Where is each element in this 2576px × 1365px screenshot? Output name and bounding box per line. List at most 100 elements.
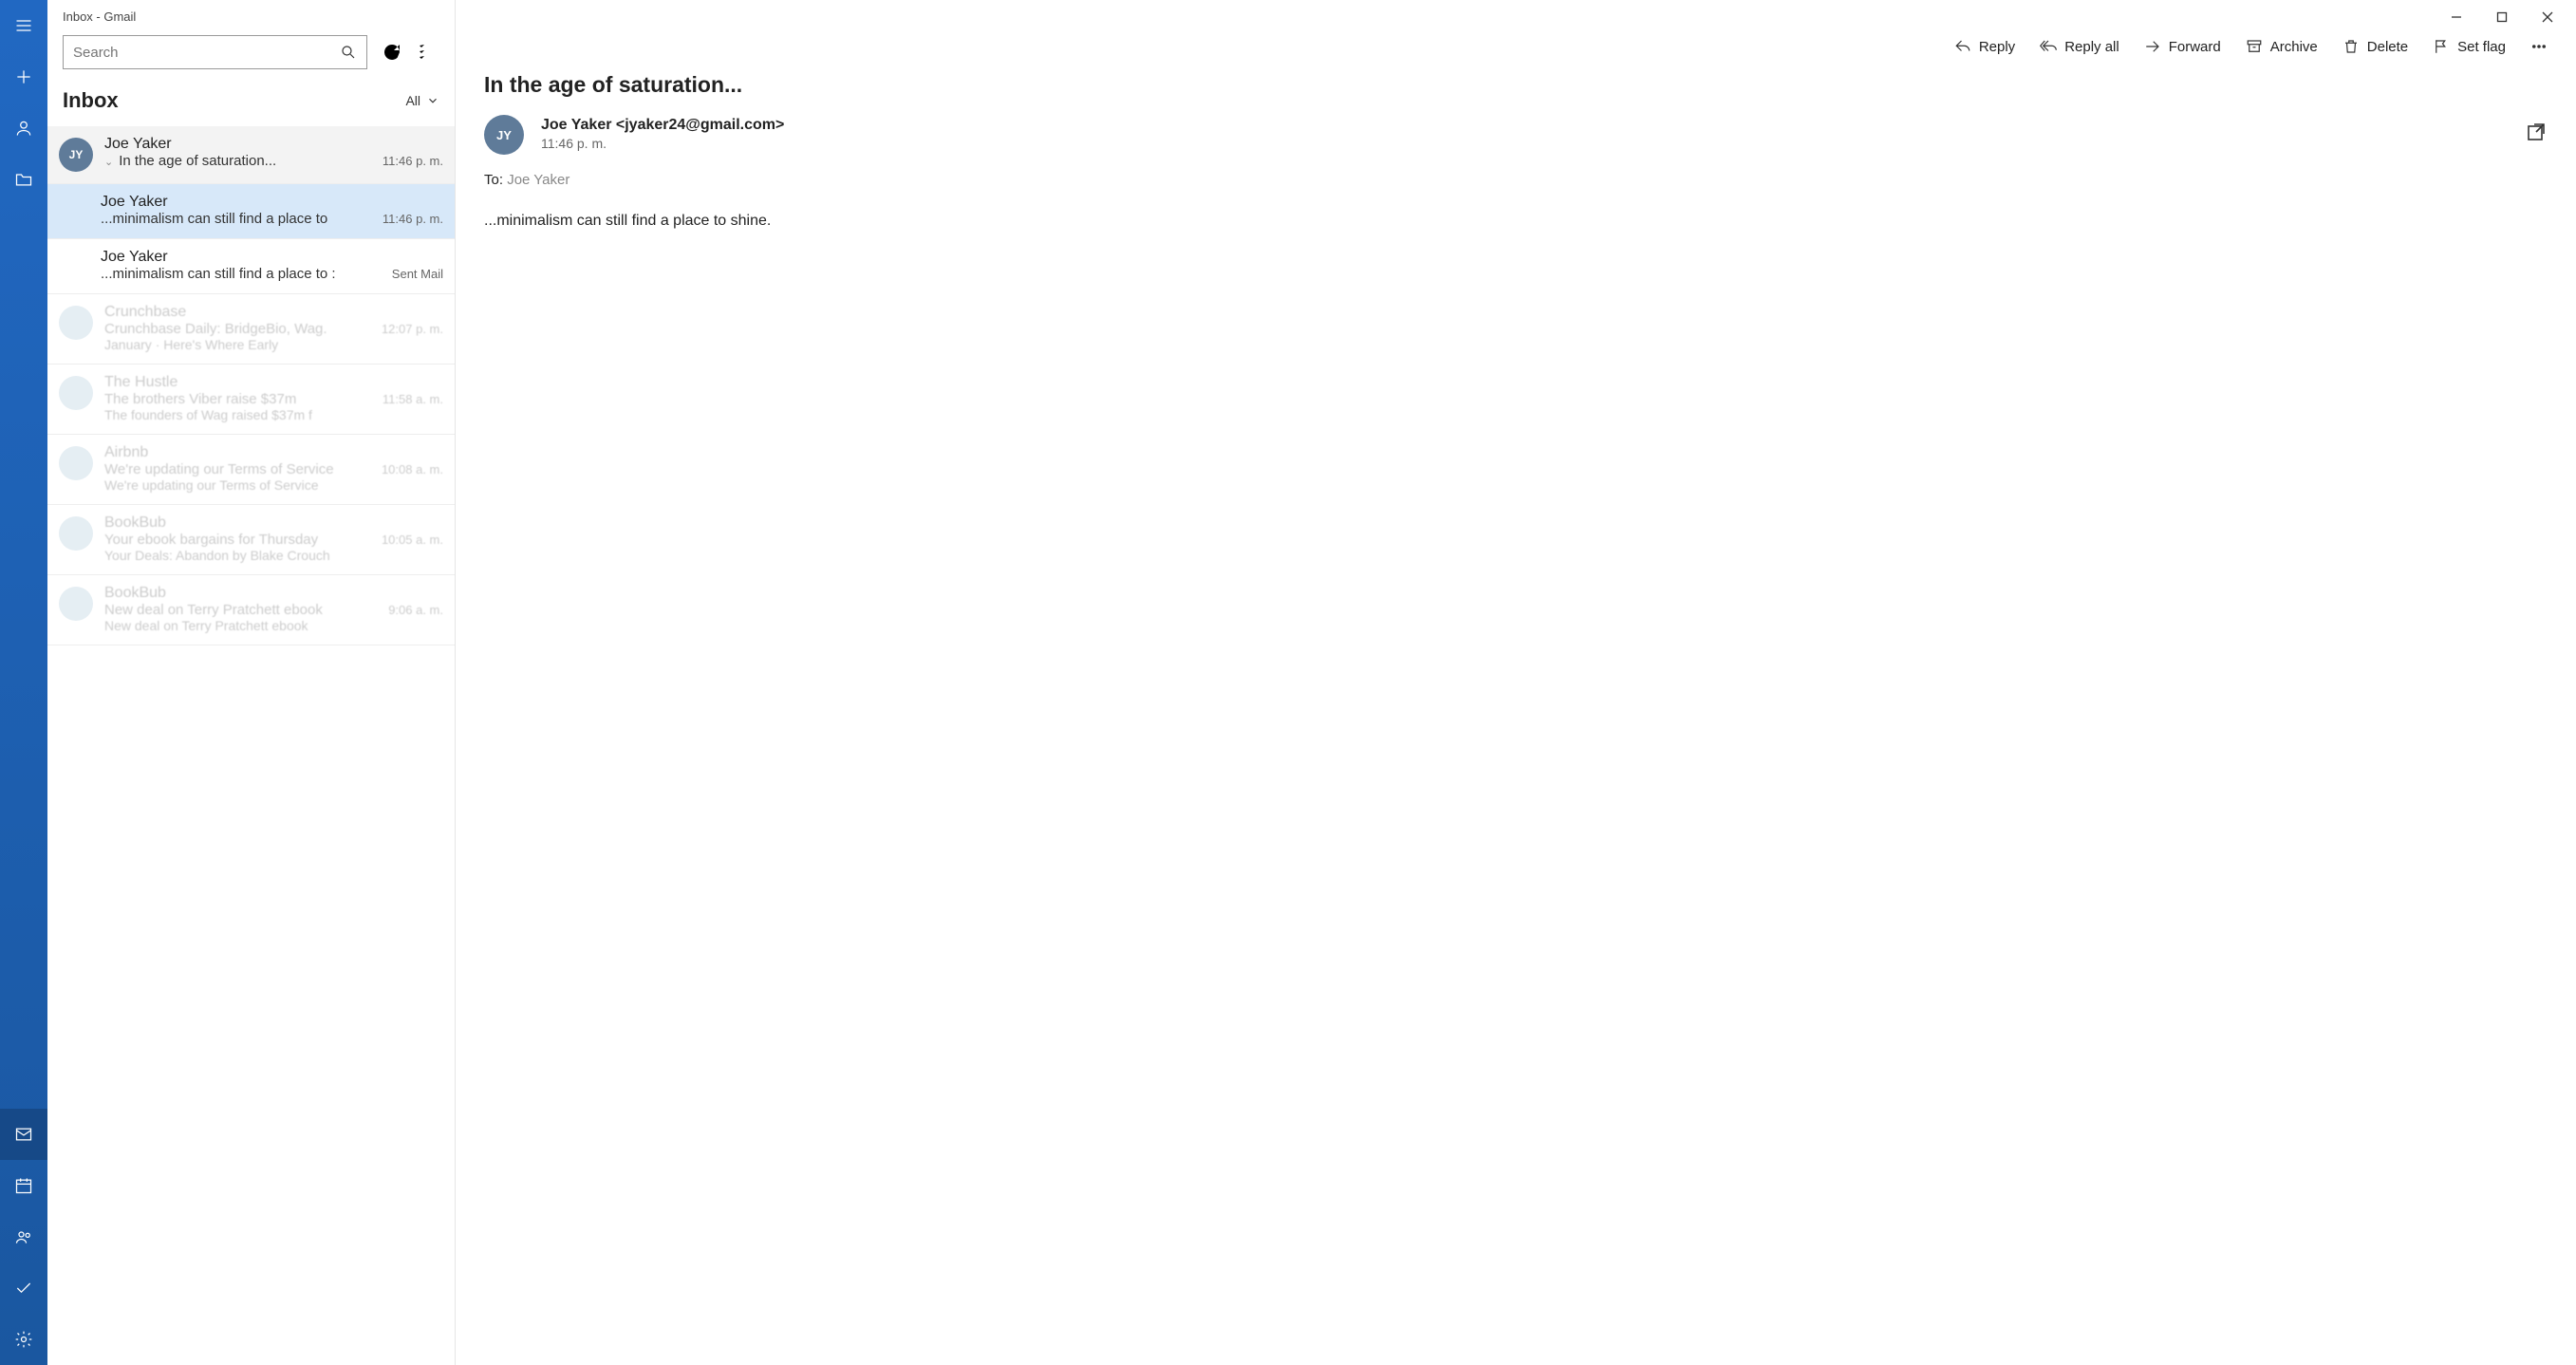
message-time: 11:58 a. m. [375, 392, 443, 406]
message-time: 11:46 p. m. [375, 154, 443, 168]
message-item[interactable]: BookBubNew deal on Terry Pratchett ebook… [47, 575, 455, 645]
chevron-down-icon: ⌄ [104, 156, 113, 168]
flag-button[interactable]: Set flag [2433, 38, 2506, 55]
message-time: 11:46 p. m. [375, 212, 443, 226]
reply-all-icon [2040, 38, 2057, 55]
refresh-icon[interactable] [381, 41, 403, 64]
message-time: 9:06 a. m. [381, 603, 443, 617]
people-tab[interactable] [0, 1211, 47, 1262]
flag-label: Set flag [2457, 39, 2506, 55]
window-title: Inbox - Gmail [47, 0, 455, 29]
archive-button[interactable]: Archive [2246, 38, 2318, 55]
reply-all-button[interactable]: Reply all [2040, 38, 2119, 55]
message-sender: Joe Yaker [101, 194, 168, 211]
message-time: 10:08 a. m. [374, 462, 443, 477]
delete-button[interactable]: Delete [2343, 38, 2408, 55]
message-sender: Joe Yaker [101, 249, 168, 266]
to-value: Joe Yaker [507, 172, 569, 188]
sender-avatar: JY [484, 115, 524, 155]
search-icon [340, 44, 357, 61]
message-list-pane: Inbox - Gmail Inbox All JY Joe Yaker ⌄ In t… [47, 0, 456, 1365]
folder-name: Inbox [63, 88, 119, 113]
forward-icon [2144, 38, 2161, 55]
settings-icon[interactable] [0, 1314, 47, 1365]
message-preview: New deal on Terry Pratchett ebook [104, 618, 443, 633]
close-button[interactable] [2527, 3, 2568, 31]
avatar [59, 306, 93, 340]
message-body: ...minimalism can still find a place to … [456, 188, 2576, 254]
message-sender: BookBub [104, 585, 166, 602]
minimize-button[interactable] [2436, 3, 2477, 31]
sender-row: JY Joe Yaker <jyaker24@gmail.com> 11:46 … [456, 113, 2576, 155]
message-subject-preview: The brothers Viber raise $37m [104, 391, 369, 407]
account-icon[interactable] [0, 103, 47, 154]
recipients-row: To: Joe Yaker [456, 155, 2576, 188]
message-list[interactable]: JY Joe Yaker ⌄ In the age of saturation... 1… [47, 126, 455, 1365]
avatar [59, 516, 93, 551]
more-actions-button[interactable] [2530, 38, 2548, 55]
open-in-window-button[interactable] [2525, 121, 2548, 147]
to-label: To: [484, 172, 503, 188]
message-time: 12:07 p. m. [374, 322, 443, 336]
message-subject-preview: We're updating our Terms of Service [104, 461, 368, 477]
delete-label: Delete [2367, 39, 2408, 55]
folder-header: Inbox All [47, 79, 455, 126]
archive-icon [2246, 38, 2263, 55]
flag-icon [2433, 38, 2450, 55]
mail-tab[interactable] [0, 1109, 47, 1160]
message-item[interactable]: AirbnbWe're updating our Terms of Servic… [47, 435, 455, 505]
sender-time: 11:46 p. m. [541, 136, 2508, 151]
message-time: 10:05 a. m. [374, 533, 443, 547]
message-subject-preview: Your ebook bargains for Thursday [104, 532, 368, 548]
avatar: JY [59, 138, 93, 172]
chevron-down-icon [426, 94, 439, 107]
avatar [59, 376, 93, 410]
message-item[interactable]: CrunchbaseCrunchbase Daily: BridgeBio, W… [47, 294, 455, 365]
list-tools [47, 29, 455, 79]
avatar [59, 446, 93, 480]
reply-label: Reply [1979, 39, 2015, 55]
message-subject-preview: ...minimalism can still find a place to [101, 211, 369, 227]
message-sender: The Hustle [104, 374, 177, 391]
message-preview: We're updating our Terms of Service [104, 477, 443, 493]
message-item[interactable]: JY Joe Yaker ⌄ In the age of saturation... 1… [47, 126, 455, 184]
nav-rail [0, 0, 47, 1365]
message-time: Sent Mail [384, 267, 443, 281]
message-sender: Crunchbase [104, 304, 186, 321]
window-controls [456, 0, 2576, 34]
message-sender: BookBub [104, 514, 166, 532]
reading-pane: Reply Reply all Forward Archive Delete S… [456, 0, 2576, 1365]
message-sender: Joe Yaker [104, 136, 172, 153]
message-item[interactable]: The HustleThe brothers Viber raise $37m 1… [47, 365, 455, 435]
message-subject-preview: New deal on Terry Pratchett ebook [104, 602, 375, 618]
message-subject-preview: ...minimalism can still find a place to … [101, 266, 379, 282]
archive-label: Archive [2270, 39, 2318, 55]
reply-icon [1954, 38, 1971, 55]
message-toolbar: Reply Reply all Forward Archive Delete S… [456, 34, 2576, 72]
sender-name: Joe Yaker <jyaker24@gmail.com> [541, 117, 2508, 134]
reply-button[interactable]: Reply [1954, 38, 2015, 55]
message-item[interactable]: Joe Yaker...minimalism can still find a … [47, 184, 455, 239]
hamburger-icon[interactable] [0, 0, 47, 51]
message-sender: Airbnb [104, 444, 148, 461]
message-preview: The founders of Wag raised $37m f [104, 407, 443, 422]
filter-dropdown[interactable]: All [405, 93, 439, 108]
message-item[interactable]: BookBubYour ebook bargains for Thursday 1… [47, 505, 455, 575]
message-subject: In the age of saturation... [456, 72, 2576, 113]
select-mode-icon[interactable] [417, 41, 439, 64]
message-item[interactable]: Joe Yaker...minimalism can still find a … [47, 239, 455, 294]
calendar-tab[interactable] [0, 1160, 47, 1211]
more-icon [2530, 38, 2548, 55]
search-box[interactable] [63, 35, 367, 69]
todo-tab[interactable] [0, 1262, 47, 1314]
forward-button[interactable]: Forward [2144, 38, 2221, 55]
folders-icon[interactable] [0, 154, 47, 205]
message-subject-preview: In the age of saturation... [119, 153, 369, 169]
avatar [59, 587, 93, 621]
search-input[interactable] [73, 45, 340, 61]
message-preview: January · Here's Where Early [104, 337, 443, 352]
maximize-button[interactable] [2481, 3, 2523, 31]
compose-button[interactable] [0, 51, 47, 103]
message-subject-preview: Crunchbase Daily: BridgeBio, Wag. [104, 321, 368, 337]
message-preview: Your Deals: Abandon by Blake Crouch [104, 548, 443, 563]
